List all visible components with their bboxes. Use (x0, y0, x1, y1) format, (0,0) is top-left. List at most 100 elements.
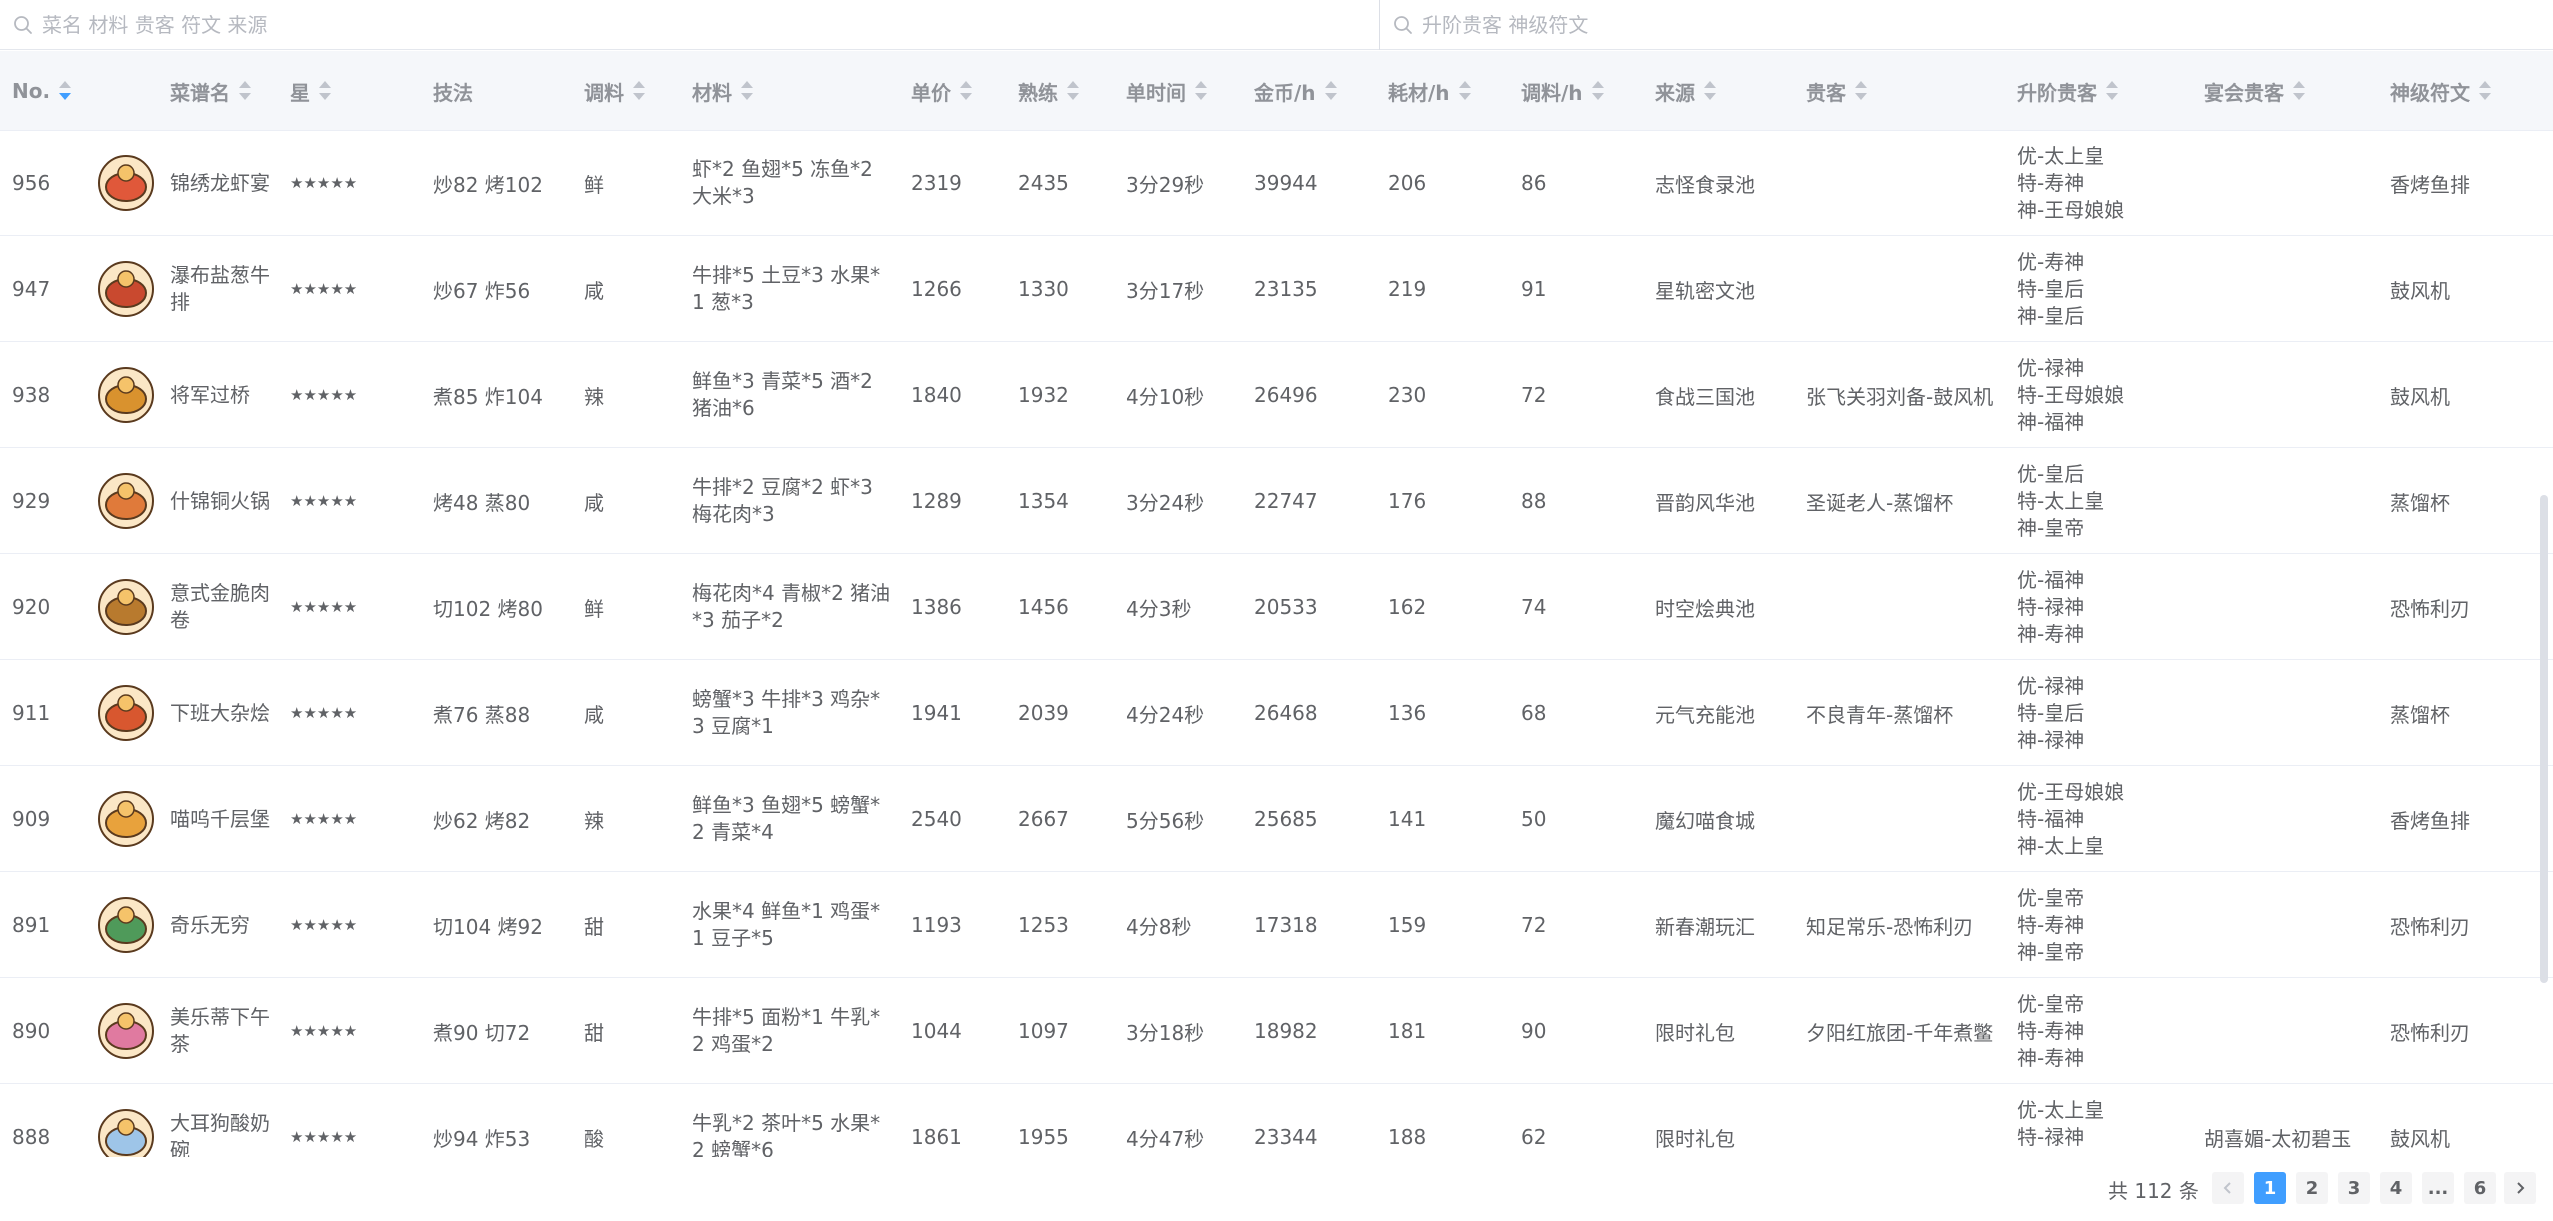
cell-seasoning-per-hour: 88 (1521, 489, 1547, 513)
column-header-time[interactable]: 单时间 (1126, 51, 1208, 131)
column-header-no[interactable]: No. (12, 51, 72, 131)
table-row[interactable]: 888 大耳狗酸奶碗 ★★★★★ 炒94 炸53 酸 牛乳*2 茶叶*5 水果*2 螃蟹*… (0, 1084, 2553, 1157)
column-header-material-per-hour[interactable]: 耗材/h (1388, 51, 1472, 131)
column-header-price[interactable]: 单价 (911, 51, 973, 131)
cell-stars: ★★★★★ (290, 492, 358, 510)
cell-dish-name: 奇乐无穷 (170, 912, 250, 937)
chevron-left-icon (2223, 1182, 2231, 1194)
cell-upgrade-guests: 优-皇帝 特-寿神 神-寿神 (2017, 978, 2084, 1084)
dish-icon (98, 367, 154, 423)
cell-skilled: 1097 (1018, 1019, 1069, 1043)
sort-icon[interactable] (740, 80, 754, 102)
table-row[interactable]: 890 美乐蒂下午茶 ★★★★★ 煮90 切72 甜 牛排*5 面粉*1 牛乳*2 鸡蛋*… (0, 978, 2553, 1084)
dish-icon-cell (96, 766, 156, 872)
pagination-page-button[interactable]: 2 (2296, 1172, 2328, 1204)
column-header-gold-per-hour[interactable]: 金币/h (1254, 51, 1338, 131)
sort-icon[interactable] (238, 80, 252, 102)
column-header-rune[interactable]: 神级符文 (2390, 51, 2492, 131)
cell-seasoning-per-hour: 86 (1521, 171, 1547, 195)
upgrade-guest-line: 神-王母娘娘 (2017, 197, 2125, 222)
column-label: 技法 (433, 80, 473, 105)
search-input-guest[interactable] (1414, 5, 2553, 45)
cell-gold-per-hour: 17318 (1254, 913, 1318, 937)
sort-icon[interactable] (1591, 80, 1605, 102)
column-header-banquet-guest[interactable]: 宴会贵客 (2204, 51, 2306, 131)
cell-seasoning: 鲜 (584, 172, 604, 197)
pagination-prev-button[interactable] (2212, 1172, 2244, 1204)
column-header-name[interactable]: 菜谱名 (170, 51, 252, 131)
table-row[interactable]: 891 奇乐无穷 ★★★★★ 切104 烤92 甜 水果*4 鲜鱼*1 鸡蛋*1 豆子*5… (0, 872, 2553, 978)
pagination-page-button[interactable]: 3 (2338, 1172, 2370, 1204)
cell-seasoning: 甜 (584, 914, 604, 939)
table-row[interactable]: 938 将军过桥 ★★★★★ 煮85 炸104 辣 鲜鱼*3 青菜*5 酒*2 猪油*6 1… (0, 342, 2553, 448)
upgrade-guest-line: 神-寿神 (2017, 1045, 2085, 1070)
cell-material-per-hour: 219 (1388, 277, 1427, 301)
pagination-ellipsis[interactable]: ... (2422, 1172, 2454, 1204)
sort-icon[interactable] (1066, 80, 1080, 102)
sort-icon[interactable] (1324, 80, 1338, 102)
sort-desc-icon[interactable] (58, 80, 72, 102)
dish-icon (98, 261, 154, 317)
search-box-guest[interactable] (1380, 0, 2553, 50)
table-row[interactable]: 929 什锦铜火锅 ★★★★★ 烤48 蒸80 咸 牛排*2 豆腐*2 虾*3 梅花肉*3… (0, 448, 2553, 554)
cell-banquet-guest (2204, 766, 2384, 872)
search-box-main[interactable] (0, 0, 1380, 50)
cell-material-per-hour: 159 (1388, 913, 1427, 937)
cell-price: 1044 (911, 1019, 962, 1043)
search-input-main[interactable] (34, 5, 1379, 45)
column-header-star[interactable]: 星 (290, 51, 332, 131)
cell-materials: 螃蟹*3 牛排*3 鸡杂*3 豆腐*1 (692, 687, 881, 738)
cell-stars: ★★★★★ (290, 280, 358, 298)
upgrade-guest-line: 优-禄神 (2017, 673, 2085, 698)
scrollbar-thumb[interactable] (2540, 495, 2548, 983)
table-row[interactable]: 956 锦绣龙虾宴 ★★★★★ 炒82 烤102 鲜 虾*2 鱼翅*5 冻鱼*2 大米*3… (0, 132, 2553, 236)
sort-icon[interactable] (632, 80, 646, 102)
table-row[interactable]: 947 瀑布盐葱牛排 ★★★★★ 炒67 炸56 咸 牛排*5 土豆*3 水果*1 葱*3… (0, 236, 2553, 342)
cell-stars: ★★★★★ (290, 810, 358, 828)
cell-seasoning: 辣 (584, 808, 604, 833)
sort-icon[interactable] (2478, 80, 2492, 102)
cell-upgrade-guests: 优-福神 特-禄神 神-寿神 (2017, 554, 2084, 660)
sort-icon[interactable] (1458, 80, 1472, 102)
dish-icon-cell (96, 660, 156, 766)
cell-banquet-guest (2204, 660, 2384, 766)
upgrade-guest-line: 神-皇帝 (2017, 939, 2085, 964)
upgrade-guest-line: 特-禄神 (2017, 594, 2085, 619)
column-header-source[interactable]: 来源 (1655, 51, 1717, 131)
pagination-page-button[interactable]: 6 (2464, 1172, 2496, 1204)
pagination-next-button[interactable] (2504, 1172, 2536, 1204)
sort-icon[interactable] (1194, 80, 1208, 102)
cell-guest: 知足常乐-恐怖利刃 (1806, 914, 1974, 939)
cell-skill: 煮76 蒸88 (433, 702, 531, 727)
cell-time: 3分24秒 (1126, 490, 1205, 515)
cell-no: 956 (12, 171, 51, 195)
dish-icon-cell (96, 448, 156, 554)
table-row[interactable]: 911 下班大杂烩 ★★★★★ 煮76 蒸88 咸 螃蟹*3 牛排*3 鸡杂*3 豆腐*1… (0, 660, 2553, 766)
column-header-seasoning-per-hour[interactable]: 调料/h (1521, 51, 1605, 131)
cell-gold-per-hour: 22747 (1254, 489, 1318, 513)
column-header-upgrade-guest[interactable]: 升阶贵客 (2017, 51, 2119, 131)
table-row[interactable]: 920 意式金脆肉卷 ★★★★★ 切102 烤80 鲜 梅花肉*4 青椒*2 猪油*3 茄… (0, 554, 2553, 660)
sort-icon[interactable] (318, 80, 332, 102)
column-header-guest[interactable]: 贵客 (1806, 51, 1868, 131)
cell-no: 891 (12, 913, 51, 937)
sort-icon[interactable] (1703, 80, 1717, 102)
cell-banquet-guest (2204, 978, 2384, 1084)
pagination-page-button[interactable]: 1 (2254, 1172, 2286, 1204)
cell-source: 志怪食录池 (1655, 172, 1755, 197)
sort-icon[interactable] (1854, 80, 1868, 102)
cell-seasoning: 咸 (584, 490, 604, 515)
pagination-page-button[interactable]: 4 (2380, 1172, 2412, 1204)
column-header-skilled[interactable]: 熟练 (1018, 51, 1080, 131)
cell-skilled: 1456 (1018, 595, 1069, 619)
sort-icon[interactable] (959, 80, 973, 102)
table-row[interactable]: 909 喵呜千层堡 ★★★★★ 炒62 烤82 辣 鲜鱼*3 鱼翅*5 螃蟹*2 青菜*4… (0, 766, 2553, 872)
sort-icon[interactable] (2292, 80, 2306, 102)
cell-materials: 牛排*5 土豆*3 水果*1 葱*3 (692, 263, 881, 314)
sort-icon[interactable] (2105, 80, 2119, 102)
cell-banquet-guest (2204, 342, 2384, 448)
column-header-materials[interactable]: 材料 (692, 51, 754, 131)
cell-banquet-guest (2204, 236, 2384, 342)
column-label: 单价 (911, 80, 951, 105)
column-header-seasoning[interactable]: 调料 (584, 51, 646, 131)
